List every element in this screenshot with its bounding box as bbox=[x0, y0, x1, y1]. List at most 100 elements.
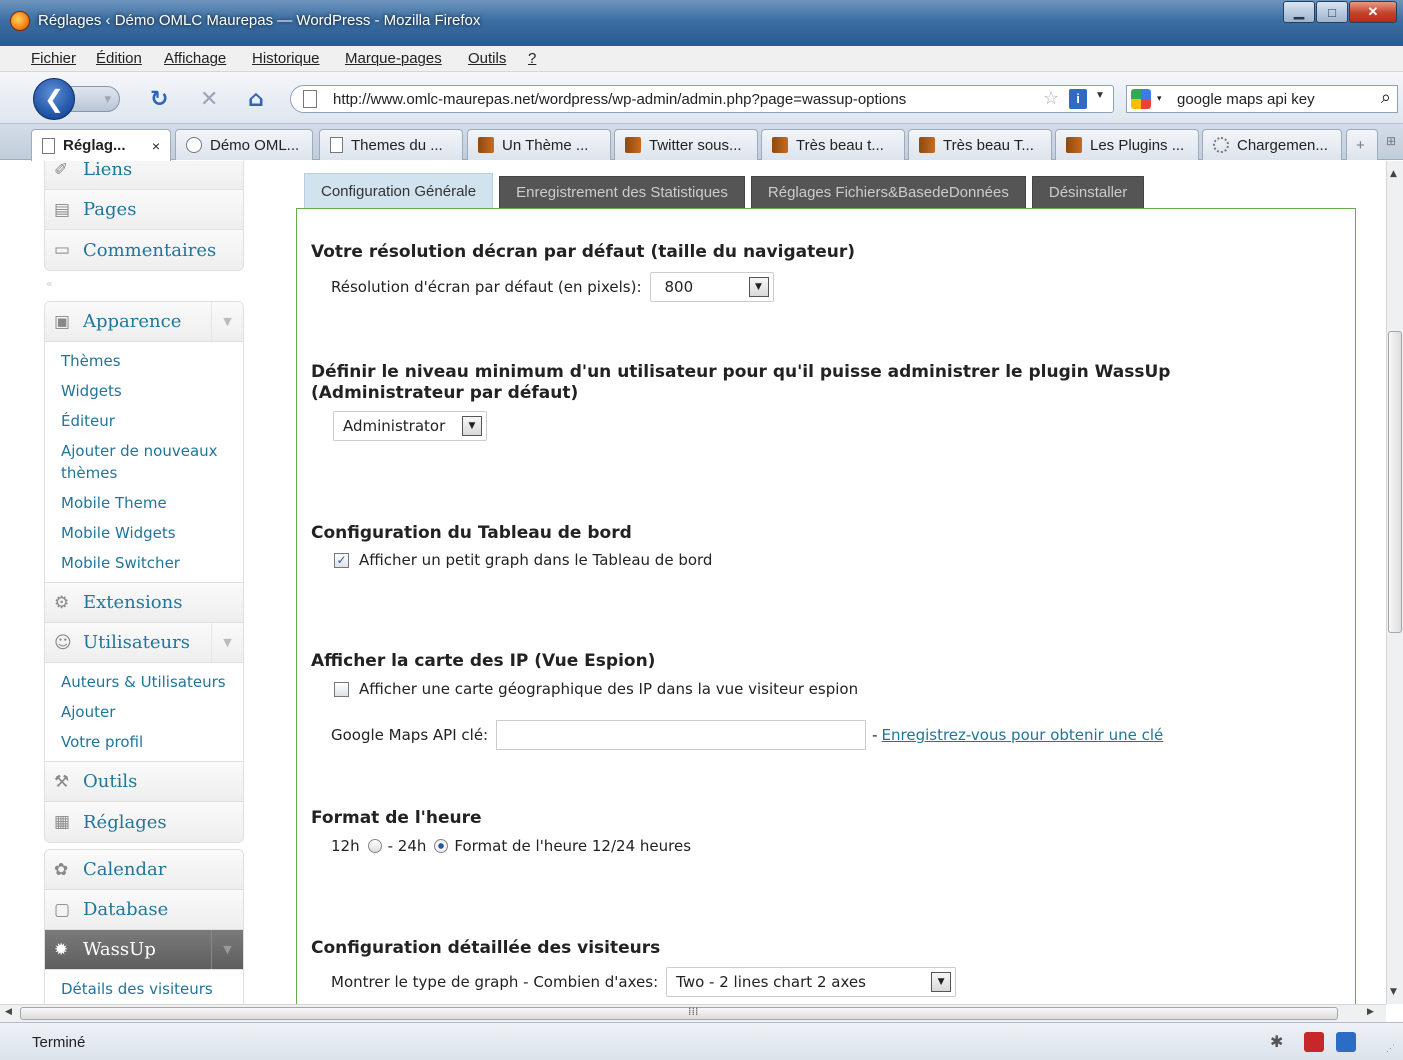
search-engine-dropdown-icon[interactable]: ▾ bbox=[1157, 93, 1162, 104]
scroll-left-icon[interactable]: ◀ bbox=[5, 1007, 12, 1017]
graph-type-select[interactable]: Two - 2 lines chart 2 axes ▼ bbox=[666, 967, 957, 997]
chevron-down-icon[interactable]: ▼ bbox=[748, 277, 769, 297]
tab-reglages-fichiers[interactable]: Réglages Fichiers&BasedeDonnées bbox=[750, 176, 1026, 209]
submenu-item-profil[interactable]: Votre profil bbox=[45, 727, 243, 757]
tab-un-theme[interactable]: Un Thème ... bbox=[467, 129, 611, 160]
scroll-right-icon[interactable]: ▶ bbox=[1367, 1007, 1374, 1017]
tools-icon: ⚒ bbox=[54, 772, 70, 792]
register-api-key-link[interactable]: Enregistrez-vous pour obtenir une clé bbox=[882, 726, 1164, 744]
submenu-item-mobile-widgets[interactable]: Mobile Widgets bbox=[45, 518, 243, 548]
tab-reglages[interactable]: Réglag... × bbox=[31, 129, 171, 161]
sidebar-item-commentaires[interactable]: ▭ Commentaires bbox=[45, 230, 243, 270]
horizontal-scrollbar[interactable]: ◀ ⁞⁞⁞ ▶ bbox=[0, 1004, 1386, 1022]
tab-themes-du[interactable]: Themes du ... bbox=[319, 129, 463, 160]
sidebar-item-liens[interactable]: ✐ Liens bbox=[45, 161, 243, 190]
comments-icon: ▭ bbox=[54, 240, 71, 260]
wordpress-icon bbox=[186, 137, 202, 153]
submenu-item-ajouter-themes[interactable]: Ajouter de nouveaux thèmes bbox=[45, 436, 243, 488]
sidebar-item-reglages[interactable]: ▦ Réglages bbox=[45, 802, 243, 842]
menu-help[interactable]: ? bbox=[528, 50, 536, 67]
site-favicon-icon bbox=[1066, 137, 1082, 153]
bookmark-star-icon[interactable]: ☆ bbox=[1043, 88, 1059, 109]
submenu-item-auteurs[interactable]: Auteurs & Utilisateurs bbox=[45, 667, 243, 697]
tab-les-plugins[interactable]: Les Plugins ... bbox=[1055, 129, 1199, 160]
google-search-engine-icon[interactable] bbox=[1131, 89, 1151, 109]
tab-label: Un Thème ... bbox=[502, 136, 589, 154]
menu-marque-pages[interactable]: Marque-pages bbox=[345, 50, 442, 67]
close-tab-icon[interactable]: × bbox=[152, 138, 160, 154]
new-tab-button[interactable]: + bbox=[1346, 129, 1378, 160]
time-12h-radio[interactable] bbox=[367, 839, 382, 853]
addon-status-icon[interactable] bbox=[1304, 1032, 1324, 1052]
ip-map-checkbox[interactable] bbox=[334, 681, 349, 697]
sidebar-item-extensions[interactable]: ⚙ Extensions bbox=[45, 583, 243, 623]
menu-toggle-icon[interactable]: ▼ bbox=[211, 302, 243, 341]
close-window-button[interactable]: ✕ bbox=[1349, 1, 1397, 23]
minimize-button[interactable]: ▁ bbox=[1283, 1, 1315, 23]
submenu-item-themes[interactable]: Thèmes bbox=[45, 346, 243, 376]
resize-grip-icon[interactable]: ⋰ bbox=[1386, 1043, 1395, 1054]
reload-icon[interactable]: ↻ bbox=[150, 87, 168, 112]
submenu-item-mobile-theme[interactable]: Mobile Theme bbox=[45, 488, 243, 518]
tab-twitter-sous[interactable]: Twitter sous... bbox=[614, 129, 758, 160]
sidebar-item-calendar[interactable]: ✿ Calendar bbox=[45, 850, 243, 890]
horizontal-scroll-thumb[interactable] bbox=[20, 1007, 1338, 1020]
menu-outils[interactable]: Outils bbox=[468, 50, 506, 67]
tab-enregistrement-statistiques[interactable]: Enregistrement des Statistiques bbox=[499, 176, 745, 209]
vertical-scroll-thumb[interactable] bbox=[1388, 331, 1402, 633]
submenu-item-widgets[interactable]: Widgets bbox=[45, 376, 243, 406]
list-all-tabs-icon[interactable]: ⊞ bbox=[1386, 134, 1396, 148]
menu-toggle-icon[interactable]: ▼ bbox=[211, 623, 243, 662]
maximize-button[interactable]: □ bbox=[1316, 1, 1348, 23]
url-text[interactable]: http://www.omlc-maurepas.net/wordpress/w… bbox=[333, 91, 906, 108]
plugins-icon: ⚙ bbox=[54, 593, 70, 613]
info-icon[interactable]: i bbox=[1069, 89, 1087, 109]
stop-icon[interactable]: ✕ bbox=[200, 87, 218, 112]
menu-bar: Fichier Édition Affichage Historique Mar… bbox=[0, 46, 1403, 72]
firebug-icon[interactable]: ✱ bbox=[1270, 1032, 1290, 1052]
sidebar-item-apparence[interactable]: ▣ Apparence ▼ bbox=[45, 302, 243, 342]
sidebar-item-pages[interactable]: ▤ Pages bbox=[45, 190, 243, 230]
resolution-select[interactable]: 800 ▼ bbox=[649, 272, 774, 302]
submenu-item-mobile-switcher[interactable]: Mobile Switcher bbox=[45, 548, 243, 578]
menu-separator-handle[interactable]: « bbox=[46, 277, 53, 290]
scroll-down-icon[interactable]: ▼ bbox=[1390, 987, 1397, 997]
home-icon[interactable]: ⌂ bbox=[248, 87, 264, 112]
url-dropdown-icon[interactable]: ▼ bbox=[1095, 90, 1105, 101]
tab-configuration-generale[interactable]: Configuration Générale bbox=[304, 173, 494, 209]
sidebar-item-database[interactable]: ▢ Database bbox=[45, 890, 243, 930]
submenu-item-ajouter[interactable]: Ajouter bbox=[45, 697, 243, 727]
chevron-down-icon[interactable]: ▼ bbox=[931, 972, 952, 992]
back-button[interactable]: ❮ bbox=[33, 78, 75, 120]
time-24h-radio[interactable] bbox=[434, 839, 449, 853]
url-bar[interactable]: http://www.omlc-maurepas.net/wordpress/w… bbox=[290, 85, 1114, 113]
tab-tres-beau-2[interactable]: Très beau T... bbox=[908, 129, 1052, 160]
sidebar-item-utilisateurs[interactable]: ☺ Utilisateurs ▼ bbox=[45, 623, 243, 663]
menu-edition[interactable]: Édition bbox=[96, 50, 142, 67]
tab-demo-omlc[interactable]: Démo OML... bbox=[175, 129, 313, 160]
sidebar-item-outils[interactable]: ⚒ Outils bbox=[45, 762, 243, 802]
menu-affichage[interactable]: Affichage bbox=[164, 50, 226, 67]
scroll-up-icon[interactable]: ▲ bbox=[1390, 169, 1397, 179]
forward-button[interactable]: ▾ bbox=[70, 86, 120, 112]
submenu-item-details-visiteurs[interactable]: Détails des visiteurs bbox=[45, 974, 243, 1004]
search-input[interactable]: google maps api key bbox=[1177, 91, 1315, 108]
extension-status-icon[interactable] bbox=[1336, 1032, 1356, 1052]
chevron-down-icon[interactable]: ▼ bbox=[462, 416, 482, 436]
menu-toggle-icon[interactable]: ▼ bbox=[211, 930, 243, 969]
tab-chargement[interactable]: Chargemen... bbox=[1202, 129, 1342, 160]
page-icon bbox=[303, 90, 317, 108]
search-icon[interactable]: ⌕ bbox=[1381, 87, 1391, 108]
vertical-scrollbar[interactable]: ▲ ▼ bbox=[1386, 161, 1403, 1004]
menu-fichier[interactable]: Fichier bbox=[31, 50, 76, 67]
tab-tres-beau-1[interactable]: Très beau t... bbox=[761, 129, 905, 160]
google-maps-api-input[interactable] bbox=[496, 720, 867, 750]
tab-desinstaller[interactable]: Désinstaller bbox=[1031, 176, 1145, 209]
user-level-select[interactable]: Administrator ▼ bbox=[333, 411, 487, 441]
tab-label: Themes du ... bbox=[351, 136, 443, 154]
search-bar[interactable]: ▾ google maps api key ⌕ bbox=[1126, 85, 1398, 113]
dashboard-graph-checkbox[interactable]: ✓ bbox=[334, 552, 349, 568]
sidebar-item-wassup[interactable]: ✹ WassUp ▼ bbox=[45, 930, 243, 970]
submenu-item-editeur[interactable]: Éditeur bbox=[45, 406, 243, 436]
menu-historique[interactable]: Historique bbox=[252, 50, 320, 67]
